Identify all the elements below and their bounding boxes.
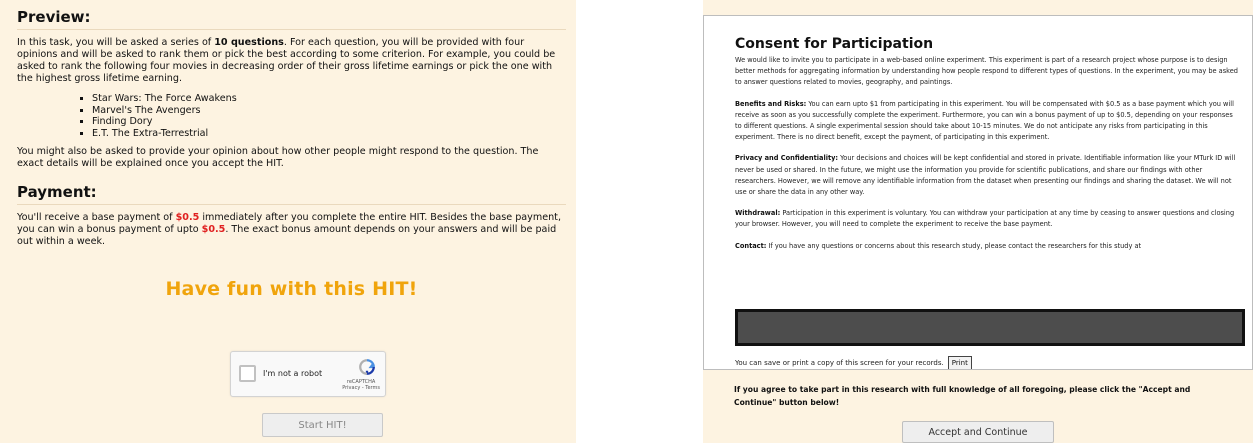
- recaptcha-widget: I'm not a robot reCAPTCHA Privacy - Term…: [230, 351, 386, 397]
- movie-item: Marvel's The Avengers: [92, 105, 566, 117]
- recaptcha-brand: reCAPTCHA Privacy - Terms: [342, 379, 380, 391]
- contact-label: Contact:: [735, 241, 767, 250]
- withdrawal-text: Participation in this experiment is volu…: [735, 209, 1235, 229]
- benefits-text: You can earn upto $1 from participating …: [735, 99, 1234, 142]
- payment-text-1: You'll receive a base payment of: [17, 212, 176, 223]
- accept-continue-button[interactable]: Accept and Continue: [902, 421, 1054, 443]
- agree-text: If you agree to take part in this resear…: [734, 385, 1191, 407]
- privacy-paragraph: Privacy and Confidentiality: Your decisi…: [735, 153, 1240, 198]
- recaptcha-label: I'm not a robot: [263, 369, 323, 378]
- payment-text: You'll receive a base payment of $0.5 im…: [17, 212, 566, 248]
- consent-panel: Consent for Participation We would like …: [703, 0, 1253, 443]
- start-hit-button[interactable]: Start HIT!: [262, 413, 383, 437]
- intro-bold: 10 questions: [214, 37, 284, 48]
- consent-intro: We would like to invite you to participa…: [735, 56, 1238, 87]
- bonus-amount: $0.5: [201, 224, 226, 235]
- movie-item: Finding Dory: [92, 116, 566, 128]
- preview-title: Preview:: [17, 8, 566, 30]
- redacted-contact-block: [735, 309, 1245, 346]
- intro-text-1: In this task, you will be asked a series…: [17, 37, 215, 48]
- print-button[interactable]: Print: [947, 356, 972, 369]
- recaptcha-checkbox[interactable]: [239, 365, 256, 382]
- privacy-label: Privacy and Confidentiality:: [735, 154, 839, 163]
- preview-intro: In this task, you will be asked a series…: [17, 37, 566, 85]
- contact-paragraph: Contact: If you have any questions or co…: [735, 241, 1240, 252]
- base-amount: $0.5: [175, 212, 200, 223]
- movie-list: Star Wars: The Force Awakens Marvel's Th…: [17, 93, 566, 139]
- movie-item: Star Wars: The Force Awakens: [92, 93, 566, 105]
- consent-box: Consent for Participation We would like …: [703, 15, 1253, 370]
- benefits-paragraph: Benefits and Risks: You can earn upto $1…: [735, 99, 1240, 144]
- preview-panel: Preview: In this task, you will be asked…: [0, 0, 576, 443]
- payment-title: Payment:: [17, 183, 566, 205]
- recaptcha-icon: [359, 359, 375, 375]
- benefits-label: Benefits and Risks:: [735, 99, 807, 108]
- contact-text: If you have any questions or concerns ab…: [766, 241, 1142, 250]
- save-text: You can save or print a copy of this scr…: [735, 359, 944, 367]
- withdrawal-label: Withdrawal:: [735, 209, 781, 218]
- recaptcha-links[interactable]: Privacy - Terms: [342, 385, 380, 391]
- consent-title: Consent for Participation: [735, 36, 934, 52]
- movie-item: E.T. The Extra-Terrestrial: [92, 128, 566, 140]
- preview-outro: You might also be asked to provide your …: [17, 146, 539, 169]
- save-line: You can save or print a copy of this scr…: [735, 356, 972, 369]
- fun-heading: Have fun with this HIT!: [165, 278, 418, 300]
- withdrawal-paragraph: Withdrawal: Participation in this experi…: [735, 208, 1240, 230]
